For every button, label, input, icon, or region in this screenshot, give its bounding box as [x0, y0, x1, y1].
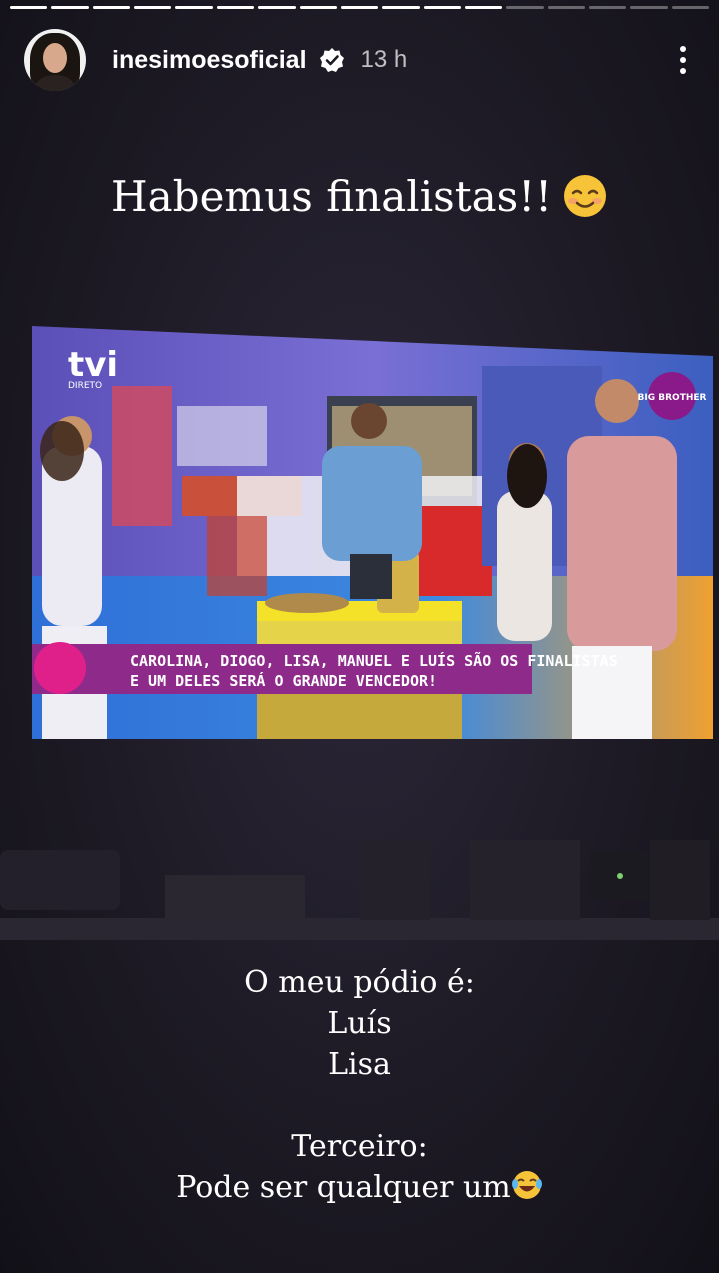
progress-segment	[671, 6, 710, 9]
progress-segment	[216, 6, 255, 9]
progress-segment	[10, 6, 48, 9]
caption-line: Lisa	[328, 1047, 391, 1082]
progress-segment	[299, 6, 337, 9]
progress-segment	[547, 6, 586, 9]
story-caption-bottom: O meu pódio é: Luís Lisa Terceiro: Pode …	[0, 962, 719, 1208]
progress-segment	[589, 6, 627, 9]
caption-line: O meu pódio é:	[244, 965, 475, 1000]
progress-segment	[506, 6, 544, 9]
post-time: 13 h	[360, 46, 408, 73]
laughing-tears-icon	[511, 1170, 543, 1205]
verified-badge-icon	[319, 48, 344, 72]
show-logo: BIG BROTHER	[638, 393, 707, 403]
ticker-line-1: CAROLINA, DIOGO, LISA, MANUEL E LUÍS SÃO…	[130, 651, 618, 670]
progress-segment	[464, 6, 503, 9]
live-label: DIRETO	[68, 381, 102, 391]
smiling-face-icon	[562, 173, 608, 229]
avatar[interactable]	[24, 29, 86, 91]
progress-segment	[382, 6, 420, 9]
more-options-icon[interactable]	[671, 42, 695, 78]
username[interactable]: inesimoesoficial	[112, 46, 307, 75]
caption-line: Terceiro:	[291, 1129, 428, 1164]
progress-segment	[134, 6, 172, 9]
ticker-line-2: E UM DELES SERÁ O GRANDE VENCEDOR!	[130, 671, 437, 690]
caption-text: Habemus finalistas!!	[111, 172, 552, 221]
story-header: inesimoesoficial 13 h	[24, 28, 695, 92]
progress-segment	[51, 6, 89, 9]
tv-photo: BIG BROTHER tvi DIRETO CAROLINA, DIOGO, …	[32, 326, 713, 739]
shelf-background	[0, 840, 719, 940]
channel-logo: tvi	[68, 345, 118, 385]
story-caption-top: Habemus finalistas!!	[0, 172, 719, 229]
progress-segment	[423, 6, 461, 9]
progress-segment	[258, 6, 296, 9]
progress-segment	[630, 6, 668, 9]
story-progress-bar	[10, 6, 710, 9]
progress-segment	[340, 6, 379, 9]
caption-line: Pode ser qualquer um	[176, 1170, 511, 1205]
progress-segment	[92, 6, 131, 9]
caption-line: Luís	[327, 1006, 392, 1041]
progress-segment	[175, 6, 213, 9]
